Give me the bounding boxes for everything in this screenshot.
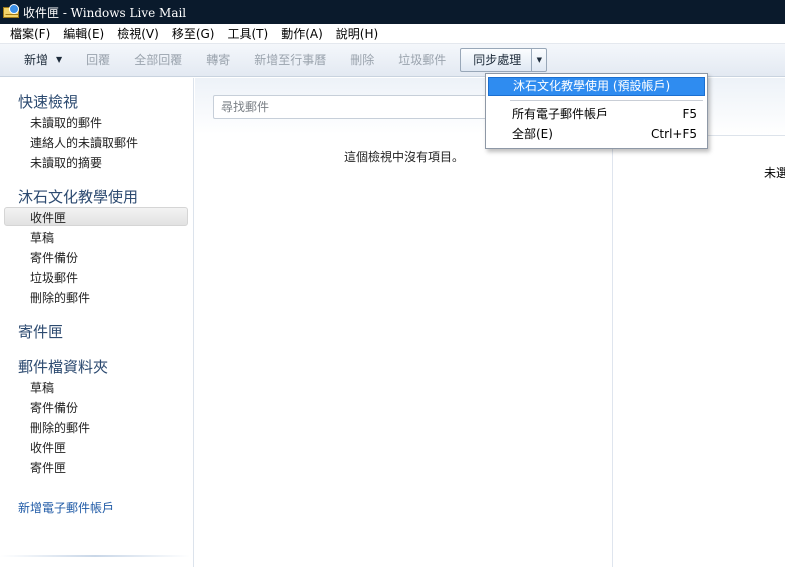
- forward-button[interactable]: 轉寄: [194, 48, 242, 72]
- menu-bar: 檔案(F) 編輯(E) 檢視(V) 移至(G) 工具(T) 動作(A) 說明(H…: [0, 24, 785, 44]
- account-header[interactable]: 沐石文化教學使用: [18, 186, 138, 207]
- sidebar-item-inbox[interactable]: 收件匣: [30, 209, 66, 226]
- menu-separator: [510, 100, 703, 101]
- sync-split-button: 同步處理 ▼: [460, 48, 548, 72]
- sidebar-item-unread-mail[interactable]: 未讀取的郵件: [30, 114, 102, 131]
- sync-menu-default-account[interactable]: 沐石文化教學使用 (預設帳戶): [488, 77, 705, 96]
- reading-pane-message: 未選: [764, 166, 785, 180]
- menu-tools[interactable]: 工具(T): [221, 24, 274, 44]
- reading-pane: 未選: [614, 78, 785, 567]
- window-title: 收件匣 - Windows Live Mail: [23, 5, 187, 20]
- reply-button[interactable]: 回覆: [74, 48, 122, 72]
- menu-help[interactable]: 說明(H): [330, 24, 384, 44]
- reply-all-button[interactable]: 全部回覆: [122, 48, 194, 72]
- folder-pane: 快速檢視 未讀取的郵件 連絡人的未讀取郵件 未讀取的摘要 沐石文化教學使用 收件…: [0, 78, 194, 567]
- chevron-down-icon[interactable]: ▼: [56, 48, 62, 72]
- sidebar-item-storage-sent[interactable]: 寄件備份: [30, 399, 78, 416]
- empty-list-message: 這個檢視中沒有項目。: [343, 150, 464, 164]
- sidebar-item-drafts[interactable]: 草稿: [30, 229, 54, 246]
- menu-edit[interactable]: 編輯(E): [57, 24, 110, 44]
- sidebar-item-storage-drafts[interactable]: 草稿: [30, 379, 54, 396]
- menu-go[interactable]: 移至(G): [166, 24, 221, 44]
- search-input[interactable]: 尋找郵件: [213, 95, 513, 119]
- title-bar: 收件匣 - Windows Live Mail: [0, 0, 785, 24]
- shortcut-ctrl-f5: Ctrl+F5: [651, 127, 697, 141]
- new-button-label: 新增: [24, 52, 49, 67]
- sync-dropdown-arrow-icon[interactable]: ▼: [531, 49, 546, 71]
- menu-actions[interactable]: 動作(A): [275, 24, 329, 44]
- sync-menu-all[interactable]: 全部(E) Ctrl+F5: [488, 125, 705, 144]
- sync-dropdown-menu: 沐石文化教學使用 (預設帳戶) 所有電子郵件帳戶 F5 全部(E) Ctrl+F…: [485, 73, 708, 149]
- message-list-pane: 尋找郵件 這個檢視中沒有項目。: [195, 78, 613, 567]
- shortcut-f5: F5: [682, 107, 697, 121]
- sidebar-item-sent[interactable]: 寄件備份: [30, 249, 78, 266]
- delete-button[interactable]: 刪除: [338, 48, 386, 72]
- junk-button[interactable]: 垃圾郵件: [386, 48, 458, 72]
- sidebar-item-storage-inbox[interactable]: 收件匣: [30, 439, 66, 456]
- sync-menu-all-label: 全部(E): [512, 127, 553, 141]
- sidebar-item-unread-from-contacts[interactable]: 連絡人的未讀取郵件: [30, 134, 138, 151]
- sidebar-item-junk[interactable]: 垃圾郵件: [30, 269, 78, 286]
- sidebar-item-unread-feeds[interactable]: 未讀取的摘要: [30, 154, 102, 171]
- quick-views-header[interactable]: 快速檢視: [18, 91, 78, 112]
- sidebar-item-storage-outbox[interactable]: 寄件匣: [30, 459, 66, 476]
- sync-button[interactable]: 同步處理: [461, 49, 531, 71]
- sidebar-item-storage-deleted[interactable]: 刪除的郵件: [30, 419, 90, 436]
- windows-live-mail-icon: [3, 4, 19, 20]
- outbox-header[interactable]: 寄件匣: [18, 321, 63, 342]
- sidebar-item-deleted[interactable]: 刪除的郵件: [30, 289, 90, 306]
- storage-folders-header[interactable]: 郵件檔資料夾: [18, 356, 108, 377]
- pane-divider: [0, 555, 190, 557]
- sync-menu-default-account-label: 沐石文化教學使用 (預設帳戶): [513, 79, 671, 93]
- sync-menu-all-email-accounts[interactable]: 所有電子郵件帳戶 F5: [488, 105, 705, 124]
- menu-file[interactable]: 檔案(F): [4, 24, 56, 44]
- add-email-account-link[interactable]: 新增電子郵件帳戶: [18, 499, 114, 516]
- new-button[interactable]: 新增 ▼: [12, 48, 74, 73]
- menu-view[interactable]: 檢視(V): [111, 24, 165, 44]
- add-to-calendar-button[interactable]: 新增至行事曆: [242, 48, 338, 72]
- sync-menu-all-email-accounts-label: 所有電子郵件帳戶: [512, 107, 609, 121]
